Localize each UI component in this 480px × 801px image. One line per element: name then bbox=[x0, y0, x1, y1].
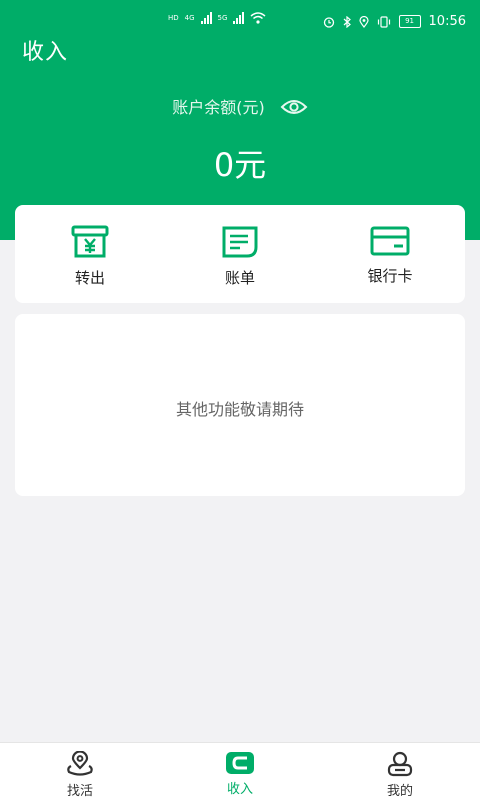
vibrate-icon bbox=[377, 15, 390, 28]
eye-icon[interactable] bbox=[280, 98, 308, 120]
tab-find-work-label: 找活 bbox=[66, 784, 93, 799]
withdraw-label: 转出 bbox=[74, 269, 105, 287]
bank-card-button[interactable]: 银行卡 bbox=[315, 205, 465, 303]
wifi-icon bbox=[250, 12, 266, 24]
hd-label: HD bbox=[168, 13, 179, 22]
actions-card: 转出 账单 银行卡 bbox=[15, 205, 465, 303]
location-icon bbox=[358, 15, 369, 28]
location-pin-icon bbox=[67, 751, 93, 776]
tab-income[interactable]: 收入 bbox=[160, 743, 320, 801]
tab-find-work[interactable]: 找活 bbox=[0, 743, 160, 801]
bill-icon bbox=[222, 226, 258, 258]
page-title: 收入 bbox=[22, 40, 69, 65]
bill-label: 账单 bbox=[224, 269, 255, 287]
system-indicators: 91 10:56 bbox=[323, 14, 466, 29]
clock-time: 10:56 bbox=[428, 14, 466, 29]
balance-label: 账户余额(元) bbox=[172, 98, 265, 117]
tab-mine[interactable]: 我的 bbox=[320, 743, 480, 801]
bank-card-icon bbox=[370, 226, 410, 256]
withdraw-button[interactable]: 转出 bbox=[15, 205, 165, 303]
tab-mine-label: 我的 bbox=[386, 784, 413, 799]
bluetooth-icon bbox=[343, 15, 351, 28]
bottom-tab-bar: 找活 收入 我的 bbox=[0, 742, 480, 801]
balance-label-row: 账户余额(元) bbox=[0, 94, 480, 120]
tab-income-label: 收入 bbox=[226, 782, 253, 797]
alarm-icon bbox=[323, 16, 334, 28]
coming-soon-text: 其他功能敬请期待 bbox=[175, 400, 304, 419]
battery-icon: 91 bbox=[398, 15, 421, 28]
network-indicators: HD 4G 5G bbox=[168, 12, 266, 24]
status-bar: HD 4G 5G 91 10:56 bbox=[0, 0, 480, 44]
balance-amount: 0元 bbox=[213, 146, 267, 184]
signal-strength-icon bbox=[200, 12, 212, 24]
bill-button[interactable]: 账单 bbox=[165, 205, 315, 303]
withdraw-icon bbox=[71, 225, 109, 258]
signal-strength-icon bbox=[233, 12, 245, 24]
bank-card-label: 银行卡 bbox=[367, 267, 413, 285]
wallet-icon bbox=[226, 752, 254, 774]
profile-icon bbox=[387, 751, 413, 777]
signal2-label: 5G bbox=[217, 13, 228, 22]
info-card: 其他功能敬请期待 bbox=[15, 314, 465, 496]
signal1-label: 4G bbox=[184, 13, 195, 22]
